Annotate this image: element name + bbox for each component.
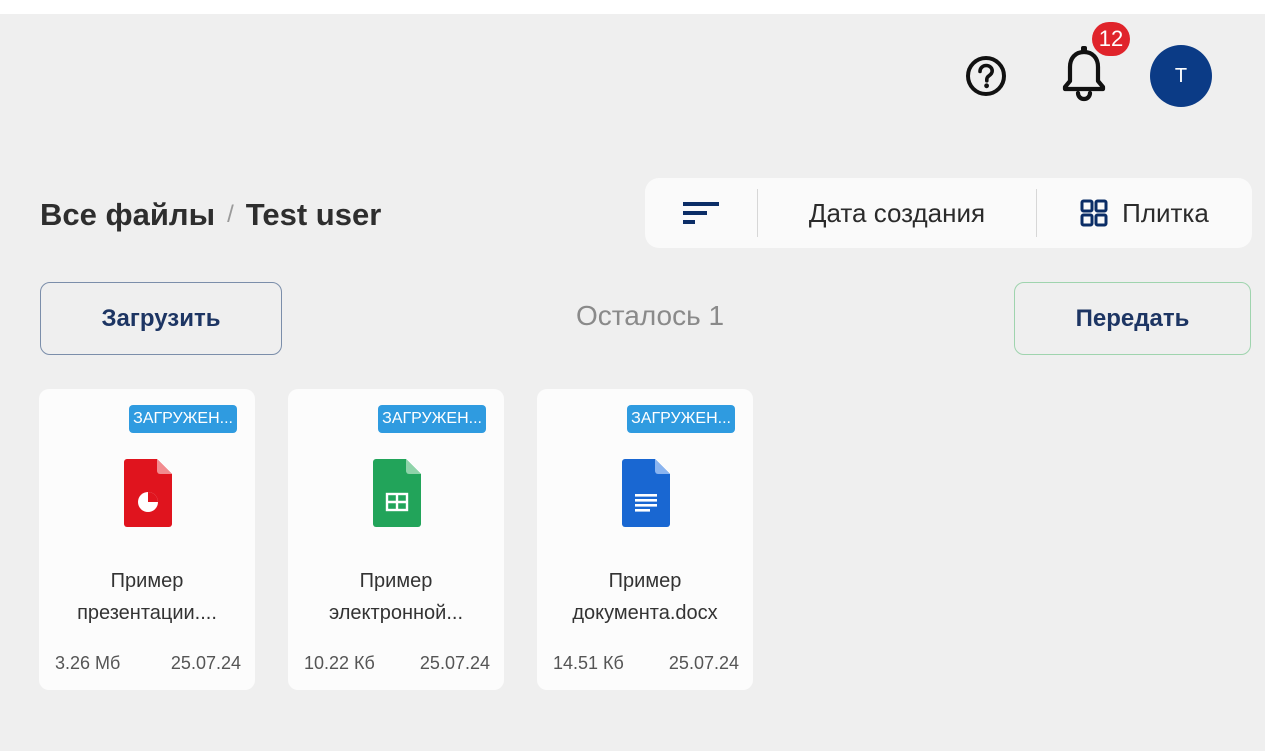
help-button[interactable] xyxy=(962,52,1010,100)
view-mode-label: Плитка xyxy=(1122,197,1209,228)
file-size: 10.22 Кб xyxy=(304,653,375,673)
remaining-counter: Осталось 1 xyxy=(575,300,725,331)
file-card[interactable]: ЗАГРУЖЕН... Пример презентации.... 3.26 … xyxy=(39,389,255,690)
view-toolbar: Дата создания Плитка xyxy=(645,178,1252,248)
notification-count-badge: 12 xyxy=(1092,22,1130,56)
presentation-file-icon xyxy=(124,459,172,527)
file-date: 25.07.24 xyxy=(668,653,739,673)
view-mode-toggle[interactable]: Плитка xyxy=(1037,178,1252,248)
file-date: 25.07.24 xyxy=(170,653,241,673)
file-date: 25.07.24 xyxy=(419,653,490,673)
breadcrumb-current: Test user xyxy=(245,197,382,232)
status-badge: ЗАГРУЖЕН... xyxy=(627,405,735,433)
breadcrumb-root[interactable]: Все файлы xyxy=(40,197,215,233)
file-card[interactable]: ЗАГРУЖЕН... Пример документа.docx 14.51 … xyxy=(537,389,753,690)
file-size: 14.51 Кб xyxy=(553,653,624,673)
sort-lines-icon xyxy=(683,202,719,224)
file-card[interactable]: ЗАГРУЖЕН... Пример электронной... 10.22 … xyxy=(288,389,504,690)
file-name: Пример презентации.... xyxy=(77,570,217,624)
file-name: Пример электронной... xyxy=(329,570,463,624)
file-name: Пример документа.docx xyxy=(572,570,718,624)
status-badge: ЗАГРУЖЕН... xyxy=(129,405,237,433)
spreadsheet-file-icon xyxy=(373,459,421,527)
document-file-icon xyxy=(622,459,670,527)
user-avatar[interactable]: T xyxy=(1150,45,1212,107)
transfer-button[interactable]: Передать xyxy=(1014,282,1251,355)
sort-field-select[interactable]: Дата создания xyxy=(758,178,1036,248)
breadcrumb: Все файлы / Test user xyxy=(40,193,381,237)
grid-icon xyxy=(1080,199,1108,227)
breadcrumb-separator: / xyxy=(227,201,234,228)
upload-button[interactable]: Загрузить xyxy=(40,282,282,355)
status-badge: ЗАГРУЖЕН... xyxy=(378,405,486,433)
file-size: 3.26 Мб xyxy=(55,653,121,673)
question-circle-icon xyxy=(966,56,1006,96)
sort-order-button[interactable] xyxy=(645,178,757,248)
